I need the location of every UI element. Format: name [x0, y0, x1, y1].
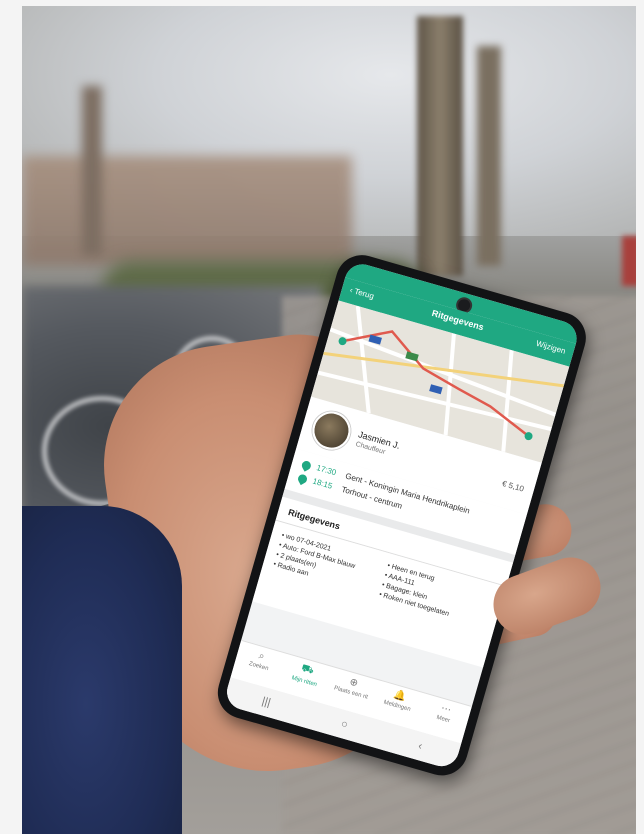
location-pin-icon: [300, 459, 313, 472]
home-button[interactable]: ○: [340, 718, 350, 731]
road-label: [429, 384, 443, 395]
tab-label: Meer: [435, 714, 451, 725]
start-pin: [338, 337, 347, 346]
pedestrian: [622, 236, 636, 286]
blue-sweater-sleeve: [22, 506, 182, 834]
location-pin-icon: [296, 472, 309, 486]
photo: ‹ Terug Ritgegevens Wijzigen Jasmien J. …: [22, 6, 636, 834]
driver-info: Jasmien J. Chauffeur: [355, 429, 402, 459]
tree-trunk: [417, 16, 463, 276]
driver-avatar: [307, 407, 355, 455]
recent-apps-button[interactable]: |||: [260, 695, 272, 709]
system-back-button[interactable]: ‹: [417, 740, 424, 753]
trip-price: € 5,10: [501, 478, 525, 494]
tree-trunk: [477, 46, 501, 266]
tree-trunk: [82, 86, 102, 256]
building-background: [22, 156, 352, 266]
